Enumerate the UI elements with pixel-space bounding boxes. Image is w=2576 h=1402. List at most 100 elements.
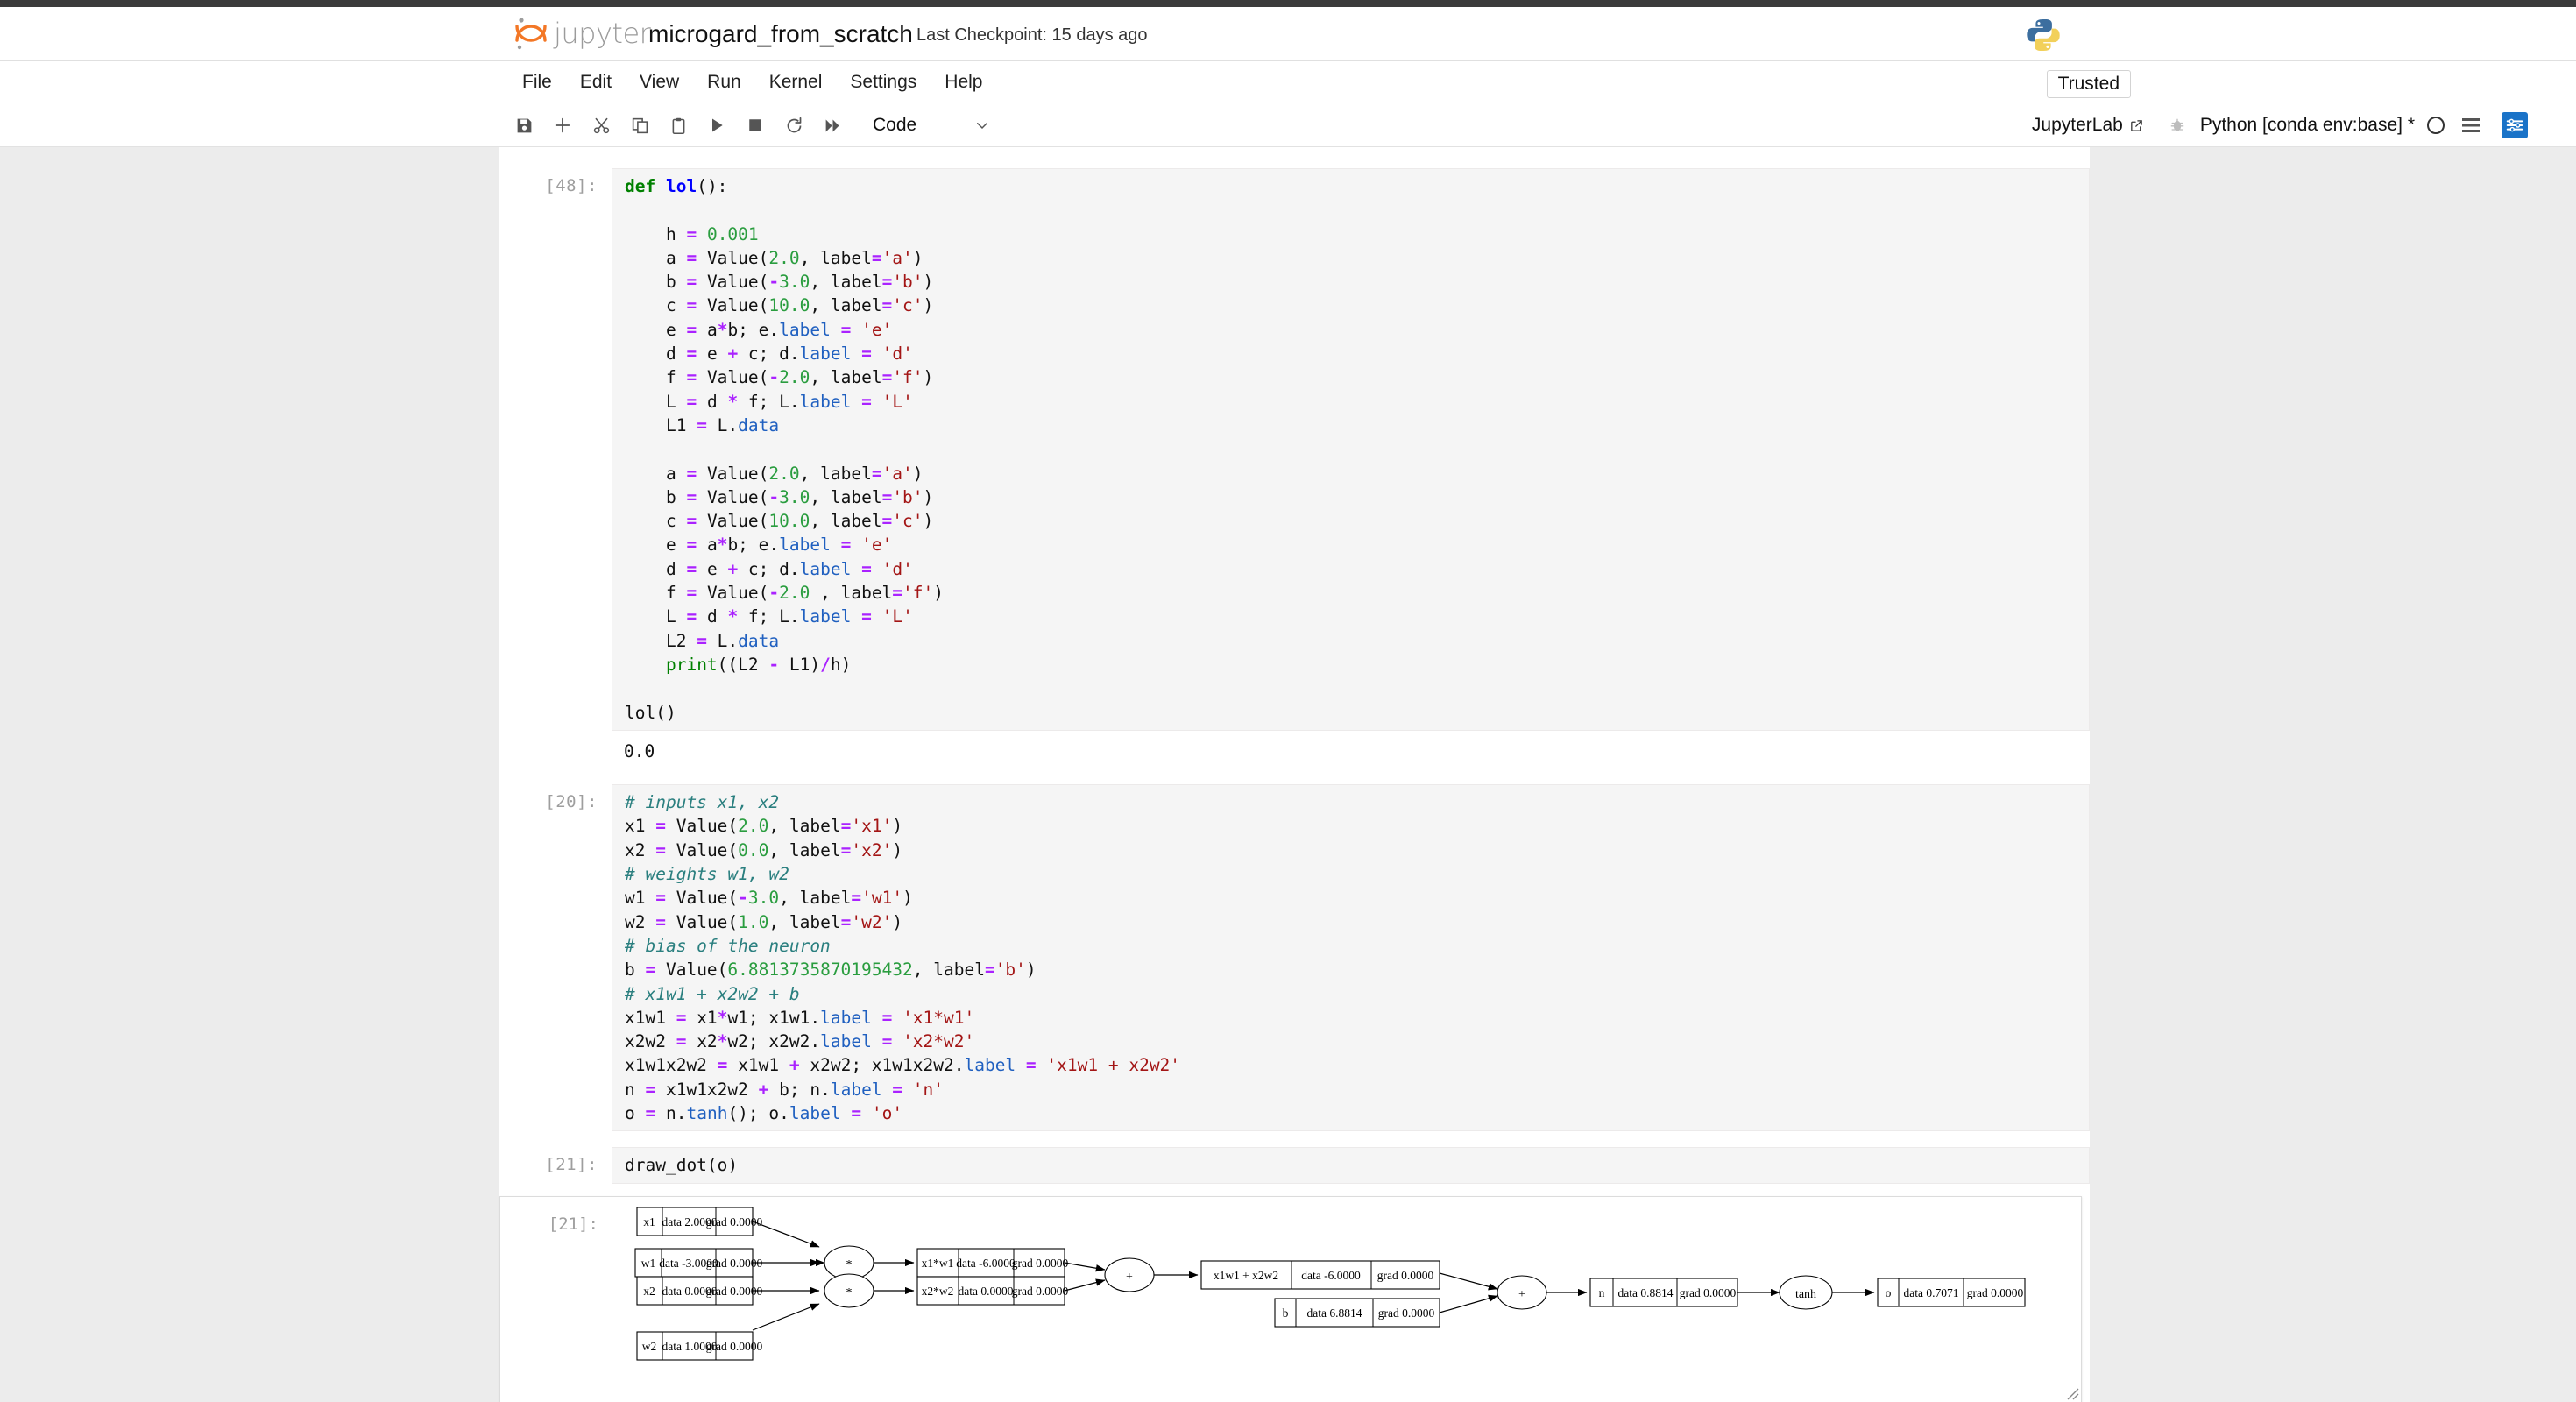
notebook-cell[interactable]: [48]: def lol(): h = 0.001 a = Value(2.0…: [499, 147, 2090, 768]
kernel-status-label[interactable]: Python [conda env:base] *: [2200, 115, 2415, 136]
op-label: tanh: [1795, 1288, 1816, 1301]
graph-node-w1: w1 data -3.0000 grad 0.0000: [634, 1248, 763, 1278]
node-grad: grad 0.0000: [1377, 1269, 1434, 1282]
restart-kernel-button[interactable]: [775, 106, 813, 145]
computation-graph: x1 data 2.0000 grad 0.0000 w1 data -3.00: [612, 1197, 2081, 1402]
stdout-text: 0.0: [624, 740, 655, 761]
node-label: n: [1599, 1286, 1605, 1299]
graph-node-x1w1x2w2: x1w1 + x2w2 data -6.0000 grad 0.0000: [1200, 1260, 1440, 1290]
node-grad: grad 0.0000: [1012, 1285, 1069, 1298]
jupyter-logo[interactable]: jupyter: [513, 14, 651, 53]
python-logo-icon: [2027, 19, 2060, 51]
graph-op-tanh: tanh: [1779, 1275, 1833, 1310]
jupyter-mark-icon: [515, 18, 547, 50]
graph-node-x1: x1 data 2.0000 grad 0.0000: [636, 1207, 763, 1236]
cell-prompt: [21]:: [545, 1155, 598, 1175]
graphviz-output-container[interactable]: [21]: x1 data 2.0000 grad 0.0000 w1 data…: [499, 1195, 2082, 1402]
op-label: +: [1518, 1288, 1525, 1301]
insert-cell-button[interactable]: [543, 106, 582, 145]
menu-view[interactable]: View: [626, 68, 693, 96]
graph-op-add2: +: [1497, 1275, 1547, 1310]
code-editor[interactable]: # inputs x1, x2 x1 = Value(2.0, label='x…: [625, 790, 2089, 1125]
graph-node-x1w1: x1*w1 data -6.0000 grad 0.0000: [916, 1248, 1068, 1278]
restart-circular-arrow-icon: [787, 117, 801, 132]
node-grad: grad 0.0000: [1680, 1286, 1737, 1299]
node-grad: grad 0.0000: [706, 1215, 763, 1229]
output-prompt-empty: [499, 734, 612, 742]
graph-node-o: o data 0.7071 grad 0.0000: [1877, 1278, 2026, 1307]
paste-cell-button[interactable]: [659, 106, 697, 145]
cell-type-select[interactable]: Code: [864, 108, 995, 143]
menu-settings[interactable]: Settings: [836, 68, 931, 96]
sliders-icon: [2506, 118, 2523, 132]
node-grad: grad 0.0000: [706, 1340, 763, 1353]
jupyter-notebook-app: jupyter microgard_from_scratch Last Chec…: [0, 7, 2576, 1402]
cell-prompt: [48]:: [545, 176, 598, 195]
menu-file[interactable]: File: [513, 68, 566, 96]
copy-cell-button[interactable]: [620, 106, 659, 145]
open-jupyterlab-link[interactable]: JupyterLab: [2025, 115, 2151, 136]
op-label: +: [1126, 1271, 1133, 1284]
graph-op-mul2: *: [824, 1273, 874, 1308]
fast-forward-icon: [825, 119, 839, 131]
paste-icon: [672, 117, 684, 134]
external-link-icon: [2131, 119, 2142, 131]
node-data: data 0.8814: [1618, 1286, 1674, 1299]
node-grad: grad 0.0000: [1378, 1306, 1435, 1320]
code-editor[interactable]: draw_dot(o): [625, 1153, 2089, 1177]
sliders-panel-icon: [2502, 112, 2528, 138]
kernel-idle-indicator[interactable]: [2427, 117, 2445, 134]
menu-edit[interactable]: Edit: [566, 68, 626, 96]
notebook-title[interactable]: microgard_from_scratch: [648, 20, 913, 48]
node-label: w2: [642, 1340, 657, 1353]
menu-item-list: File Edit View Run Kernel Settings Help: [513, 61, 997, 103]
output-prompt: [21]:: [548, 1214, 598, 1234]
node-grad: grad 0.0000: [1967, 1286, 2024, 1299]
graph-op-add1: +: [1104, 1257, 1155, 1292]
interrupt-kernel-button[interactable]: [736, 106, 775, 145]
jupyterlab-label: JupyterLab: [2031, 115, 2123, 135]
save-button[interactable]: [505, 106, 543, 145]
toolbar-right-group: JupyterLab Python [conda env:base] *: [2025, 103, 2532, 147]
cell-input-area[interactable]: # inputs x1, x2 x1 = Value(2.0, label='x…: [612, 784, 2090, 1132]
restart-run-all-button[interactable]: [813, 106, 852, 145]
save-icon: [517, 118, 531, 132]
cell-input-area[interactable]: draw_dot(o): [612, 1147, 2090, 1184]
cell-prompt: [20]:: [545, 792, 598, 812]
menu-run[interactable]: Run: [693, 68, 755, 96]
toolbar-left-group: Code: [505, 103, 995, 147]
code-editor[interactable]: def lol(): h = 0.001 a = Value(2.0, labe…: [625, 174, 2089, 725]
node-label: w1: [641, 1257, 656, 1270]
cut-cell-button[interactable]: [582, 106, 620, 145]
plus-icon: [555, 117, 570, 133]
op-label: *: [846, 1258, 853, 1271]
notebook-cell[interactable]: [21]: draw_dot(o): [499, 1131, 2090, 1184]
output-resize-handle[interactable]: [2063, 1384, 2079, 1400]
notebook-scroll-area[interactable]: [48]: def lol(): h = 0.001 a = Value(2.0…: [0, 147, 2576, 1402]
property-inspector-button[interactable]: [2497, 108, 2532, 143]
debugger-button[interactable]: [2160, 108, 2195, 143]
table-of-contents-button[interactable]: [2453, 108, 2488, 143]
cell-input-area[interactable]: def lol(): h = 0.001 a = Value(2.0, labe…: [612, 168, 2090, 731]
jupyter-wordmark: jupyter: [554, 17, 651, 50]
menu-help[interactable]: Help: [931, 68, 996, 96]
bug-icon: [2170, 118, 2184, 131]
node-data: data 0.7071: [1904, 1286, 1959, 1299]
node-grad: grad 0.0000: [706, 1257, 763, 1270]
node-data: data 6.8814: [1307, 1306, 1362, 1320]
node-label: x1w1 + x2w2: [1214, 1269, 1278, 1282]
notebook-cell[interactable]: [20]: # inputs x1, x2 x1 = Value(2.0, la…: [499, 768, 2090, 1132]
menu-kernel[interactable]: Kernel: [755, 68, 837, 96]
node-data: data -6.0000: [1301, 1269, 1361, 1282]
node-label: x1: [643, 1215, 655, 1229]
graphviz-svg: x1 data 2.0000 grad 0.0000 w1 data -3.00: [634, 1207, 2026, 1361]
notebook-toolbar: Code JupyterLab Python [conda env:base] …: [0, 103, 2576, 147]
trusted-badge[interactable]: Trusted: [2046, 70, 2131, 98]
scissors-icon: [593, 117, 609, 133]
run-cell-button[interactable]: [697, 106, 736, 145]
node-label: b: [1283, 1306, 1289, 1320]
last-checkpoint-label: Last Checkpoint: 15 days ago: [916, 25, 1148, 45]
menu-bar: File Edit View Run Kernel Settings Help …: [0, 61, 2576, 103]
play-icon: [712, 118, 723, 132]
node-label: x2: [643, 1285, 655, 1298]
